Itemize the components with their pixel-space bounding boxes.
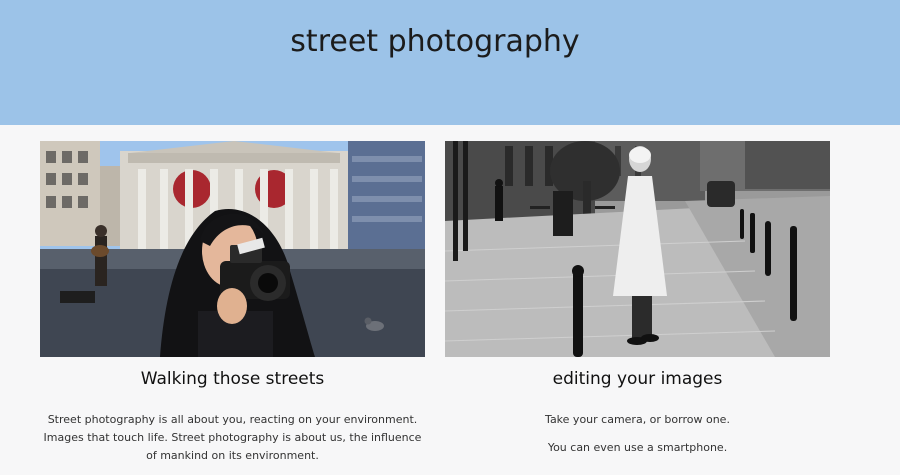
card-description: Street photography is all about you, rea… xyxy=(40,411,425,475)
site-header: street photography xyxy=(0,0,900,125)
card-description: Take your camera, or borrow one. You can… xyxy=(445,411,830,467)
card-title: Walking those streets xyxy=(140,369,325,389)
article-card-walking: Walking those streets Street photography… xyxy=(40,141,425,462)
page-title: street photography xyxy=(290,24,580,59)
card-paragraph: You can even use a smartphone. xyxy=(547,441,728,454)
street-photo-man-coat[interactable] xyxy=(445,141,830,357)
street-photo-woman-camera[interactable] xyxy=(40,141,425,357)
card-paragraph: Street photography is all about you, rea… xyxy=(43,413,422,462)
card-paragraph: Take your camera, or borrow one. xyxy=(545,413,730,426)
card-title: editing your images xyxy=(552,369,723,389)
article-card-editing: editing your images Take your camera, or… xyxy=(445,141,830,454)
